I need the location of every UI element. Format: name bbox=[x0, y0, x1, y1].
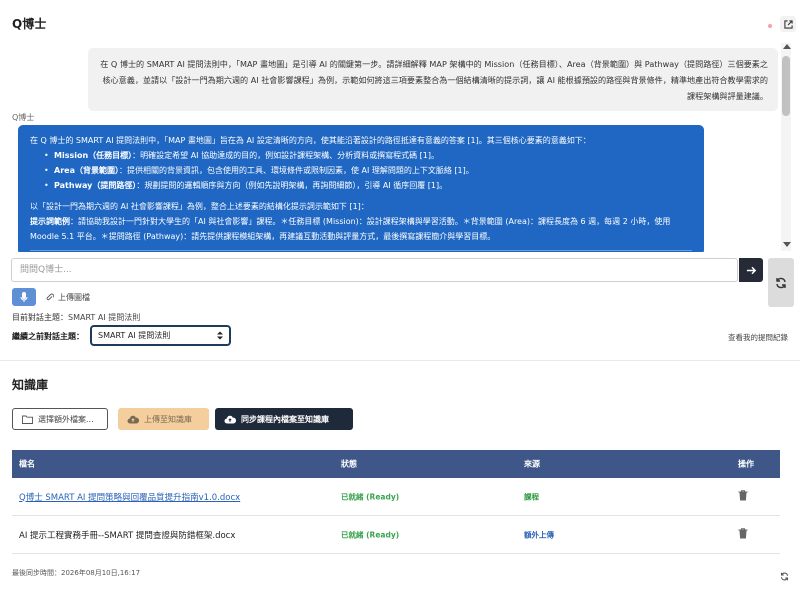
section-divider bbox=[0, 360, 800, 361]
topic-select-value: SMART AI 提問法則 bbox=[98, 331, 171, 340]
scrollbar-thumb[interactable] bbox=[782, 56, 790, 116]
table-header: 檔名 狀態 來源 操作 bbox=[12, 450, 780, 478]
status-dot bbox=[768, 24, 772, 28]
file-source: 課程 bbox=[524, 492, 539, 501]
bot-list-item: Area（背景範圍）：提供相關的背景資訊，包含使用的工具、環境條件或限制因素，使… bbox=[30, 163, 692, 178]
cloud-upload-icon bbox=[224, 415, 236, 423]
arrow-right-icon bbox=[746, 266, 756, 274]
file-status: 已就緒 (Ready) bbox=[341, 492, 400, 501]
bot-example-intro: 以「設計一門為期六週的 AI 社會影響課程」為例，整合上述要素的結構化提示詞示範… bbox=[30, 202, 369, 211]
select-arrows-icon bbox=[217, 331, 223, 340]
reset-chat-button[interactable] bbox=[768, 258, 794, 307]
refresh-kb-button[interactable] bbox=[780, 566, 789, 585]
upload-image-label: 上傳圖檔 bbox=[58, 293, 90, 302]
cloud-upload-icon bbox=[127, 415, 139, 423]
message-input[interactable] bbox=[11, 258, 738, 282]
send-button[interactable] bbox=[739, 258, 763, 282]
column-header: 狀態 bbox=[341, 459, 357, 469]
table-row: AI 提示工程實務手冊--SMART 提問查證與防錯框架.docx 已就緒 (R… bbox=[12, 516, 780, 554]
column-header: 檔名 bbox=[19, 459, 35, 469]
trash-icon bbox=[738, 489, 748, 500]
bot-intro: 在 Q 博士的 SMART AI 提問法則中，「MAP 畫地圖」旨在為 AI 設… bbox=[30, 136, 591, 145]
choose-file-label: 選擇額外檔案... bbox=[38, 414, 94, 424]
file-name: AI 提示工程實務手冊--SMART 提問查證與防錯框架.docx bbox=[19, 530, 236, 541]
table-row: Q博士 SMART AI 提問策略與回覆品質提升指南v1.0.docx 已就緒 … bbox=[12, 478, 780, 516]
upload-kb-button[interactable]: 上傳至知識庫 bbox=[118, 408, 209, 430]
history-link[interactable]: 查看我的提問紀錄 bbox=[728, 332, 788, 343]
refresh-icon bbox=[780, 572, 789, 581]
last-sync-time: 最後同步時間：2026年08月10日,16:17 bbox=[12, 569, 141, 577]
bot-name: Q博士 bbox=[12, 113, 35, 122]
sync-course-files-label: 同步課程內檔案至知識庫 bbox=[241, 414, 329, 424]
current-topic: 目前對話主題：SMART AI 提問法則 bbox=[12, 313, 141, 322]
microphone-icon bbox=[20, 291, 28, 302]
open-external-button[interactable] bbox=[780, 16, 796, 32]
refresh-icon bbox=[776, 277, 786, 288]
external-link-icon bbox=[783, 19, 793, 29]
kb-title: 知識庫 bbox=[12, 378, 49, 392]
bot-list-item: Mission（任務目標）：明確設定希望 AI 協助達成的目的，例如設計課程架構… bbox=[30, 148, 692, 163]
choose-file-button[interactable]: 選擇額外檔案... bbox=[12, 408, 108, 430]
file-status: 已就緒 (Ready) bbox=[341, 530, 400, 539]
sync-course-files-button[interactable]: 同步課程內檔案至知識庫 bbox=[215, 408, 353, 430]
upload-image-button[interactable]: 上傳圖檔 bbox=[46, 292, 90, 303]
delete-button[interactable] bbox=[738, 527, 748, 542]
scroll-down-arrow-icon[interactable] bbox=[783, 242, 791, 247]
file-source: 額外上傳 bbox=[524, 530, 554, 539]
microphone-button[interactable] bbox=[12, 288, 36, 306]
bot-message: 在 Q 博士的 SMART AI 提問法則中，「MAP 畫地圖」旨在為 AI 設… bbox=[18, 125, 704, 252]
bot-list-item: Pathway（提問路徑）：規劃提問的邏輯順序與方向（例如先說明架構，再詢問細節… bbox=[30, 178, 692, 193]
trash-icon bbox=[738, 527, 748, 538]
delete-button[interactable] bbox=[738, 489, 748, 504]
bot-divider bbox=[30, 250, 692, 251]
scroll-up-arrow-icon[interactable] bbox=[783, 44, 791, 49]
paperclip-icon bbox=[46, 293, 54, 301]
user-message: 在 Q 博士的 SMART AI 提問法則中，「MAP 畫地圖」是引導 AI 的… bbox=[88, 48, 778, 111]
continue-topic-label: 繼續之前對話主題： bbox=[12, 332, 84, 341]
panel-title: Q博士 bbox=[12, 17, 47, 31]
topic-select[interactable]: SMART AI 提問法則 bbox=[90, 325, 231, 346]
bot-list: Mission（任務目標）：明確設定希望 AI 協助達成的目的，例如設計課程架構… bbox=[30, 148, 692, 193]
column-header: 來源 bbox=[524, 459, 540, 469]
chat-log[interactable]: 在 Q 博士的 SMART AI 提問法則中，「MAP 畫地圖」是引導 AI 的… bbox=[10, 42, 778, 252]
file-name-link[interactable]: Q博士 SMART AI 提問策略與回覆品質提升指南v1.0.docx bbox=[19, 491, 240, 503]
bot-example: 提示詞範例：請協助我設計一門針對大學生的「AI 與社會影響」課程。＊任務目標 (… bbox=[30, 217, 671, 241]
folder-icon bbox=[22, 415, 33, 424]
column-header: 操作 bbox=[738, 459, 754, 469]
upload-kb-label: 上傳至知識庫 bbox=[144, 414, 192, 424]
kb-table: 檔名 狀態 來源 操作 Q博士 SMART AI 提問策略與回覆品質提升指南v1… bbox=[12, 450, 780, 554]
